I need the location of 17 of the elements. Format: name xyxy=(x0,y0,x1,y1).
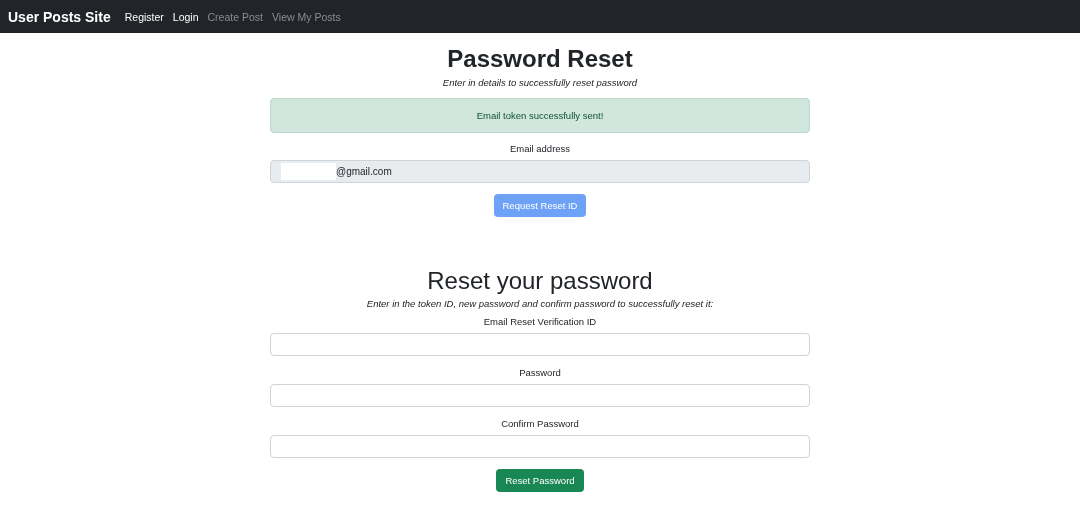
email-field[interactable]: @gmail.com xyxy=(270,160,810,183)
success-alert: Email token successfully sent! xyxy=(270,98,810,133)
reset-button[interactable]: Reset Password xyxy=(496,469,584,492)
subtitle: Enter in the token ID, new password and confirm password to successfully reset it: xyxy=(366,298,714,309)
field-label: Password xyxy=(519,367,561,378)
nav-link[interactable]: Register xyxy=(124,10,164,23)
subtitle: Enter in details to successfully reset password xyxy=(442,77,638,88)
nav-link[interactable]: Login xyxy=(172,10,199,23)
input-field[interactable] xyxy=(270,384,810,407)
section-title: Reset your password xyxy=(427,267,653,295)
site-brand[interactable]: User Posts Site xyxy=(8,8,111,25)
field-label: Confirm Password xyxy=(501,418,579,429)
input-field[interactable] xyxy=(270,435,810,458)
input-field[interactable] xyxy=(270,333,810,356)
field-label: Email address xyxy=(509,143,571,154)
page-title: Password Reset xyxy=(447,45,633,73)
field-label: Email Reset Verification ID xyxy=(483,316,597,327)
